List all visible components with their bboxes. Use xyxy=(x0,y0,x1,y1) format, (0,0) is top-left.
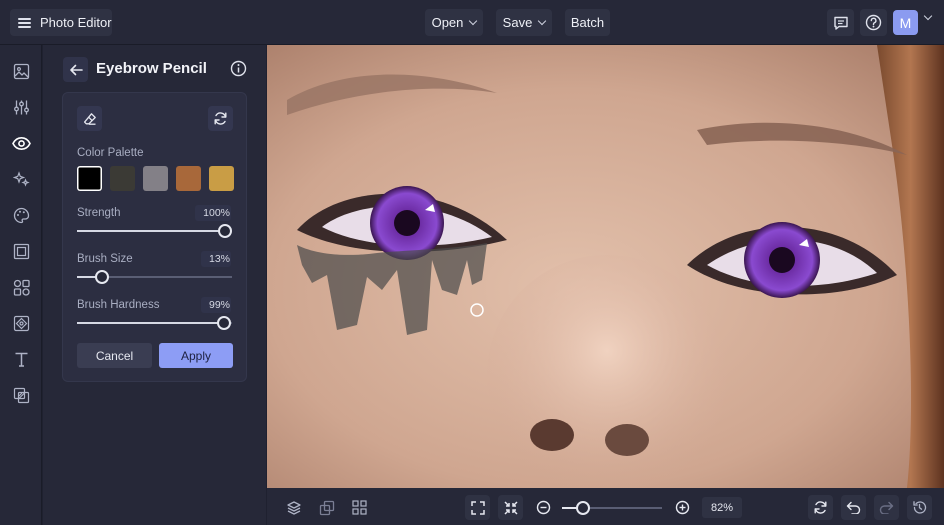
layers-icon xyxy=(286,500,301,515)
apply-button[interactable]: Apply xyxy=(159,343,233,368)
zoom-out-button[interactable] xyxy=(531,495,556,520)
batch-label: Batch xyxy=(570,15,605,30)
slider-handle[interactable] xyxy=(218,224,232,238)
color-swatch[interactable] xyxy=(143,166,168,191)
tool-panel: Eyebrow Pencil Color Palette Strength 10… xyxy=(43,45,266,525)
top-bar: Photo Editor Open Save Batch M xyxy=(0,0,944,45)
eraser-icon xyxy=(83,112,96,125)
color-swatch[interactable] xyxy=(176,166,201,191)
settings-card: Color Palette Strength 100% Brush Size 1… xyxy=(62,92,247,382)
hamburger-icon xyxy=(18,17,31,28)
rail-item-touch-up[interactable] xyxy=(11,133,31,153)
avatar[interactable]: M xyxy=(893,10,918,35)
grid-icon xyxy=(352,500,367,515)
brush-hardness-slider[interactable] xyxy=(77,315,232,331)
chevron-down-icon xyxy=(469,16,478,25)
image-icon xyxy=(13,63,29,79)
app-title: Photo Editor xyxy=(40,15,112,30)
zoom-in-button[interactable] xyxy=(670,495,695,520)
avatar-initial: M xyxy=(899,14,912,31)
rail-item-effects[interactable] xyxy=(11,169,31,189)
arrow-left-icon xyxy=(69,64,83,75)
open-button[interactable]: Open xyxy=(425,9,483,36)
chevron-down-icon xyxy=(538,16,547,25)
strength-slider[interactable] xyxy=(77,223,232,239)
slider-handle[interactable] xyxy=(216,316,231,330)
brush-size-label: Brush Size xyxy=(77,253,133,265)
save-button[interactable]: Save xyxy=(496,9,552,36)
cancel-button[interactable]: Cancel xyxy=(77,343,152,368)
rotate-button[interactable] xyxy=(808,495,833,520)
redo-icon xyxy=(879,501,894,514)
grid-button[interactable] xyxy=(347,495,372,520)
layers-button[interactable] xyxy=(281,495,306,520)
rail-item-text[interactable] xyxy=(11,349,31,369)
brush-size-slider[interactable] xyxy=(77,269,232,285)
overlay-icon xyxy=(13,387,29,403)
strength-label: Strength xyxy=(77,207,121,219)
help-button[interactable] xyxy=(860,9,887,36)
brush-hardness-label: Brush Hardness xyxy=(77,299,160,311)
brush-size-value[interactable]: 13% xyxy=(200,251,231,267)
history-icon xyxy=(913,501,927,514)
text-icon xyxy=(15,352,27,367)
color-swatch[interactable] xyxy=(209,166,234,191)
save-label: Save xyxy=(502,15,533,30)
color-palette-label: Color Palette xyxy=(77,147,144,159)
rail-item-adjust[interactable] xyxy=(11,97,31,117)
back-button[interactable] xyxy=(63,57,88,82)
compare-button[interactable] xyxy=(314,495,339,520)
rail-item-overlays[interactable] xyxy=(11,385,31,405)
rail-item-textures[interactable] xyxy=(11,313,31,333)
chevron-down-icon[interactable] xyxy=(923,11,933,21)
history-button[interactable] xyxy=(907,495,932,520)
brush-hardness-value[interactable]: 99% xyxy=(200,297,231,313)
info-button[interactable] xyxy=(230,60,247,82)
info-icon xyxy=(230,60,247,77)
rail-item-graphics[interactable] xyxy=(11,277,31,297)
actual-size-button[interactable] xyxy=(498,495,523,520)
fit-screen-button[interactable] xyxy=(465,495,490,520)
comment-icon xyxy=(833,16,848,30)
tool-rail xyxy=(0,45,42,525)
help-icon xyxy=(865,14,882,31)
texture-icon xyxy=(13,315,29,331)
strength-value[interactable]: 100% xyxy=(195,205,231,221)
redo-button[interactable] xyxy=(874,495,899,520)
batch-button[interactable]: Batch xyxy=(565,9,610,36)
eye-icon xyxy=(11,136,31,150)
undo-button[interactable] xyxy=(841,495,866,520)
shrink-icon xyxy=(503,500,518,515)
compare-icon xyxy=(319,500,334,515)
sync-icon xyxy=(814,501,827,514)
palette-icon xyxy=(13,207,29,223)
zoom-out-icon xyxy=(536,500,551,515)
shapes-icon xyxy=(13,279,30,296)
app-menu-button[interactable]: Photo Editor xyxy=(10,9,112,36)
magic-sparkle-icon xyxy=(12,170,30,187)
zoom-slider-handle[interactable] xyxy=(575,501,590,515)
feedback-button[interactable] xyxy=(827,9,854,36)
zoom-value[interactable]: 82% xyxy=(702,497,742,518)
open-label: Open xyxy=(431,15,464,30)
color-swatch[interactable] xyxy=(77,166,102,191)
rail-item-artsy[interactable] xyxy=(11,205,31,225)
reset-button[interactable] xyxy=(208,106,233,131)
portrait-photo xyxy=(267,45,944,488)
bottom-toolbar: 82% xyxy=(267,488,944,525)
rail-item-image[interactable] xyxy=(11,61,31,81)
expand-icon xyxy=(470,500,485,515)
slider-handle[interactable] xyxy=(95,270,110,284)
sliders-icon xyxy=(13,100,29,114)
eraser-button[interactable] xyxy=(77,106,102,131)
refresh-icon xyxy=(214,112,227,125)
color-swatch[interactable] xyxy=(110,166,135,191)
rail-item-frames[interactable] xyxy=(11,241,31,261)
photo-canvas[interactable] xyxy=(267,45,944,488)
undo-icon xyxy=(846,501,861,514)
panel-title: Eyebrow Pencil xyxy=(96,60,207,77)
frame-icon xyxy=(13,243,29,259)
zoom-in-icon xyxy=(675,500,690,515)
